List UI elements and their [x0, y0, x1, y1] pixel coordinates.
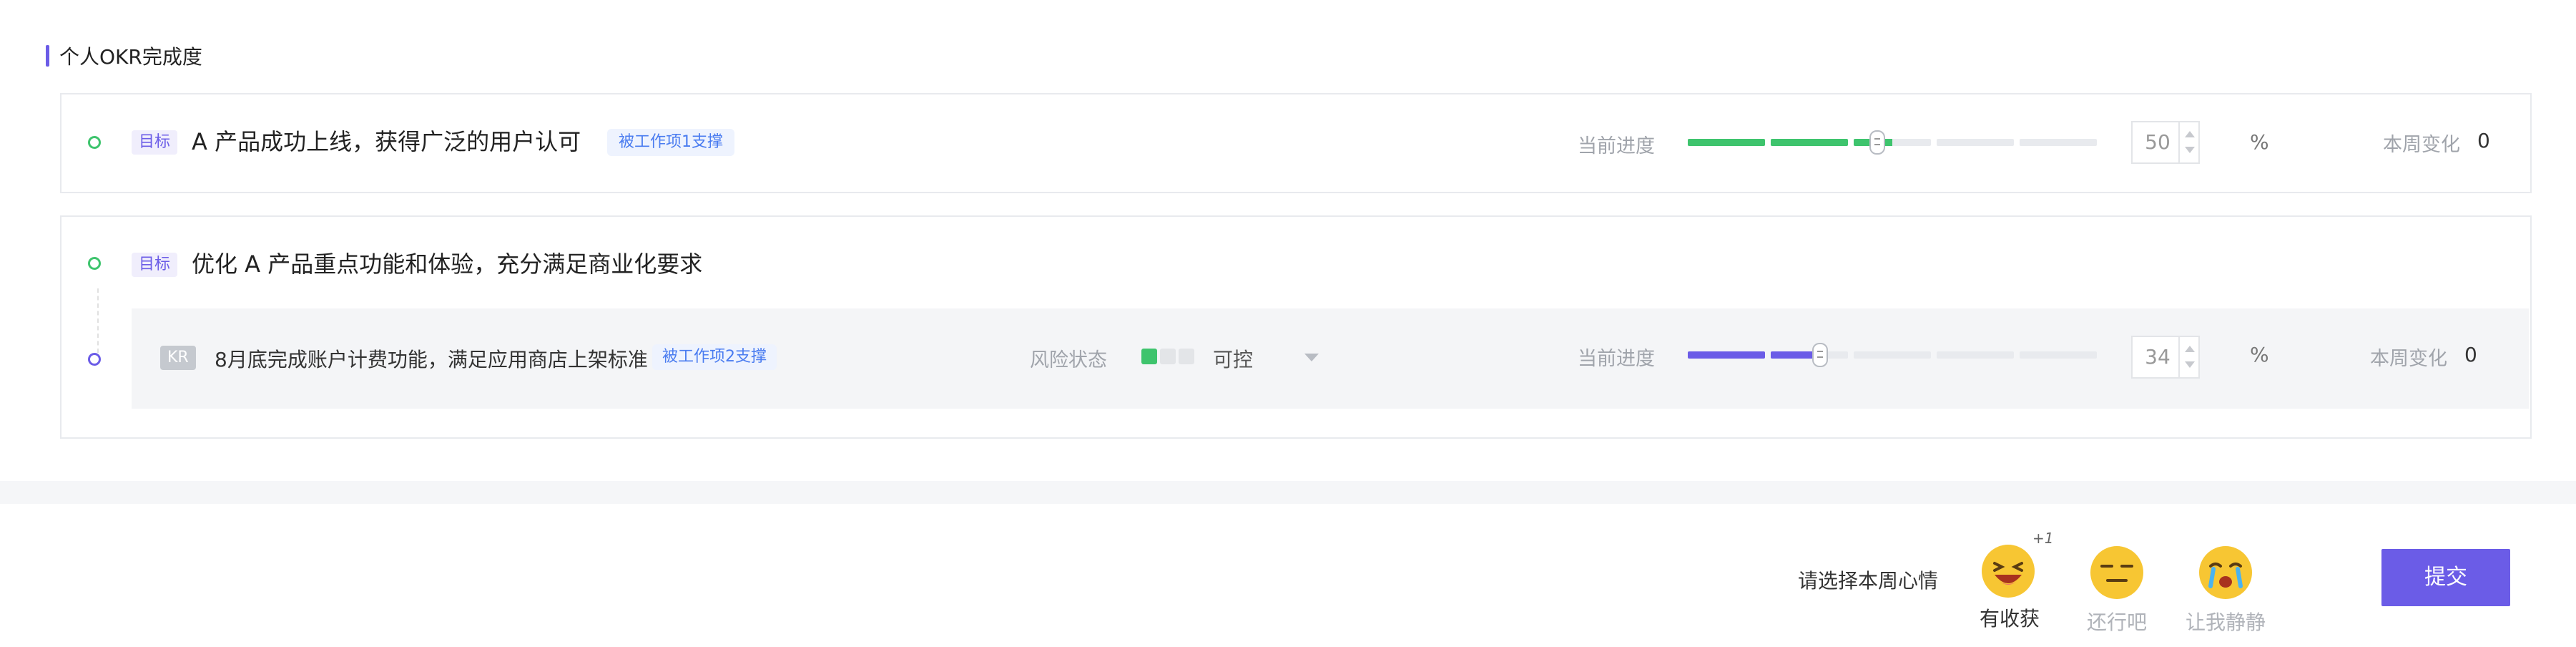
- objective-tag: 目标: [132, 130, 178, 155]
- chevron-down-icon[interactable]: [1304, 354, 1319, 361]
- submit-button[interactable]: 提交: [2381, 549, 2510, 606]
- progress-segment: [1854, 139, 1931, 146]
- objective-title[interactable]: A 产品成功上线，获得广泛的用户认可: [192, 127, 581, 156]
- objective-status-dot: [88, 136, 101, 149]
- progress-slider-handle[interactable]: [1812, 343, 1828, 367]
- laughing-face-icon[interactable]: [1982, 545, 2035, 598]
- spinner-down-icon[interactable]: [2185, 361, 2195, 368]
- risk-level-square[interactable]: [1179, 349, 1194, 364]
- progress-segment: [2020, 139, 2097, 146]
- section-header: 个人OKR完成度: [46, 44, 202, 69]
- spinner-up-icon[interactable]: [2185, 131, 2195, 137]
- percent-unit: %: [2250, 130, 2269, 154]
- progress-number-input[interactable]: 34: [2131, 336, 2200, 379]
- connector-line: [97, 288, 99, 353]
- progress-segment: [1937, 139, 2014, 146]
- objective-card-1: 目标 A 产品成功上线，获得广泛的用户认可 被工作项1支撑 当前进度 50 % …: [60, 93, 2532, 193]
- progress-segment: [1771, 139, 1848, 146]
- mood-prompt: 请选择本周心情: [1798, 569, 1939, 593]
- okr-panel: 个人OKR完成度 目标 A 产品成功上线，获得广泛的用户认可 被工作项1支撑 当…: [0, 0, 2576, 481]
- kr-row[interactable]: KR 8月底完成账户计费功能，满足应用商店上架标准 被工作项2支撑 风险状态 可…: [132, 308, 2529, 409]
- section-divider: [0, 481, 2576, 504]
- week-change-label: 本周变化: [2383, 134, 2460, 156]
- week-change-value: 0: [2464, 343, 2477, 366]
- objective-card-2: 目标 优化 A 产品重点功能和体验，充分满足商业化要求 KR 8月底完成账户计费…: [60, 215, 2532, 439]
- number-spinner[interactable]: [2178, 337, 2198, 377]
- spinner-down-icon[interactable]: [2185, 147, 2195, 153]
- spinner-up-icon[interactable]: [2185, 346, 2195, 352]
- kr-title[interactable]: 8月底完成账户计费功能，满足应用商店上架标准: [215, 344, 648, 373]
- week-change-value: 0: [2477, 129, 2490, 152]
- percent-unit: %: [2250, 343, 2269, 366]
- mood-label-gained[interactable]: 有收获: [1960, 603, 2060, 632]
- progress-segment: [1854, 351, 1931, 359]
- crying-face-icon[interactable]: [2199, 546, 2252, 599]
- progress-segment: [1937, 351, 2014, 359]
- progress-segment: [1688, 351, 1765, 359]
- risk-level-square[interactable]: [1141, 349, 1157, 364]
- progress-segment: [2020, 351, 2097, 359]
- risk-level-square[interactable]: [1160, 349, 1176, 364]
- progress-label: 当前进度: [1578, 135, 1655, 157]
- progress-bar[interactable]: [1688, 139, 2097, 146]
- mood-count-badge: +1: [2032, 530, 2054, 547]
- week-change-label: 本周变化: [2370, 348, 2447, 370]
- support-link[interactable]: 被工作项1支撑: [607, 129, 734, 156]
- mood-label-calm[interactable]: 让我静静: [2176, 607, 2276, 636]
- progress-value[interactable]: 50: [2133, 122, 2183, 162]
- objective-tag: 目标: [132, 253, 178, 277]
- mood-label-okay[interactable]: 还行吧: [2067, 607, 2167, 636]
- neutral-face-icon[interactable]: [2090, 546, 2143, 599]
- progress-label: 当前进度: [1578, 348, 1655, 370]
- progress-slider-handle[interactable]: [1869, 130, 1885, 155]
- progress-value[interactable]: 34: [2133, 337, 2183, 377]
- objective-title[interactable]: 优化 A 产品重点功能和体验，充分满足商业化要求: [192, 250, 702, 278]
- progress-number-input[interactable]: 50: [2131, 121, 2200, 164]
- objective-status-dot: [88, 257, 101, 270]
- support-link[interactable]: 被工作项2支撑: [652, 344, 777, 370]
- progress-fill: [1688, 351, 1765, 359]
- progress-segment: [1688, 139, 1765, 146]
- section-title: 个人OKR完成度: [59, 45, 202, 69]
- kr-status-dot: [88, 353, 101, 366]
- risk-value[interactable]: 可控: [1213, 344, 1253, 373]
- progress-fill: [1771, 139, 1848, 146]
- progress-fill: [1688, 139, 1765, 146]
- section-accent-bar: [46, 45, 49, 67]
- progress-bar[interactable]: [1688, 351, 2097, 359]
- number-spinner[interactable]: [2178, 122, 2198, 162]
- risk-label: 风险状态: [1030, 349, 1107, 371]
- kr-badge: KR: [160, 346, 196, 370]
- progress-segment: [1771, 351, 1848, 359]
